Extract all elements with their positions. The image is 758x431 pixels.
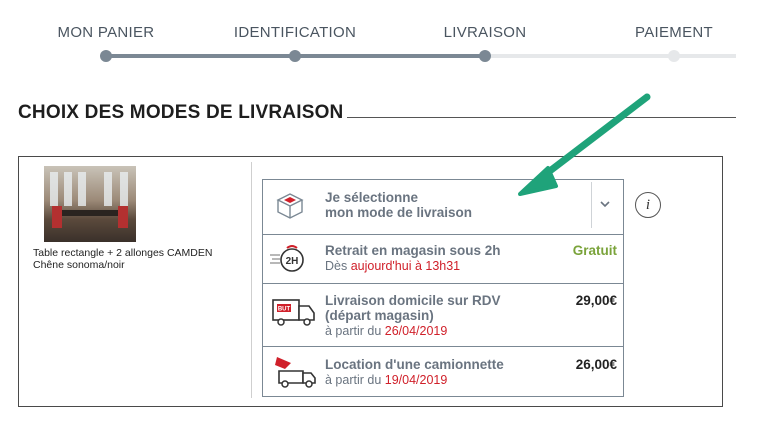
- annotation-arrow-icon: [518, 93, 651, 196]
